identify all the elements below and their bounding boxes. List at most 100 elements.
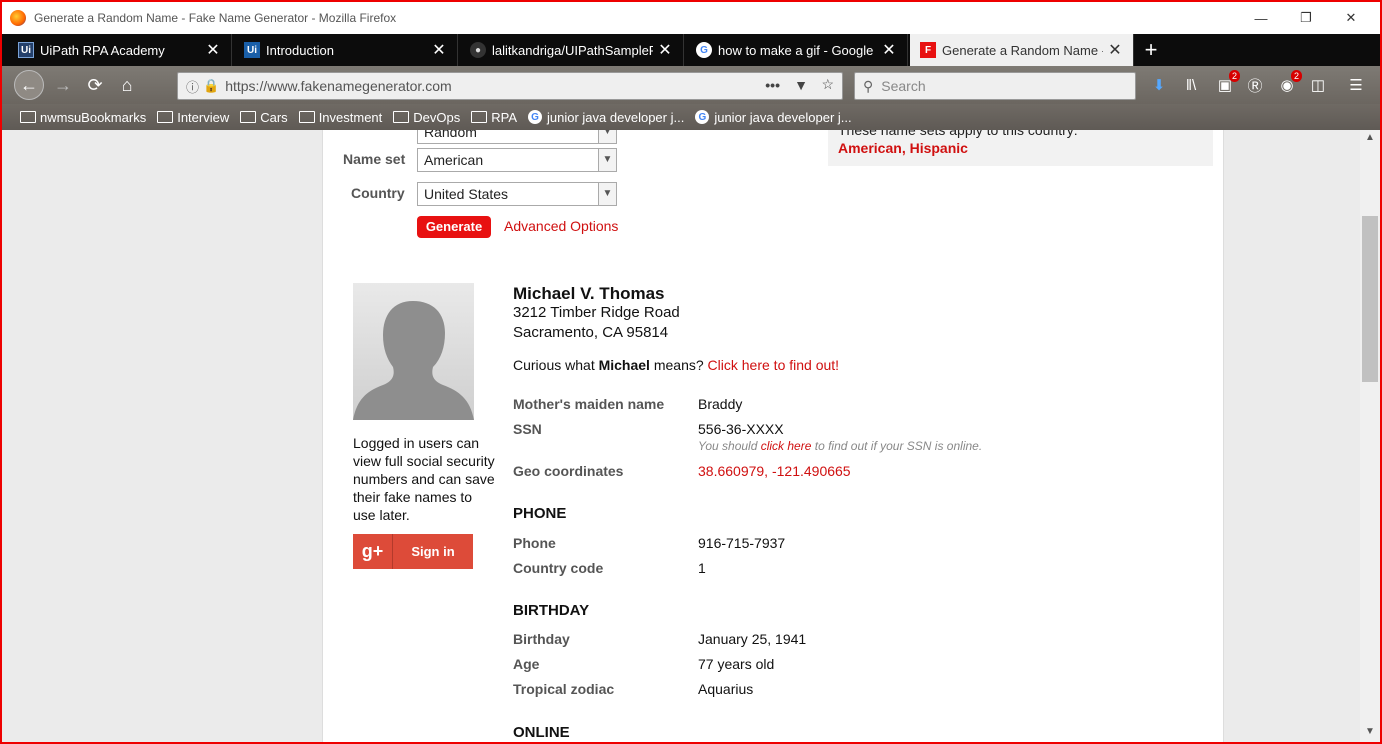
tab-strip: Ui UiPath RPA Academy ✕ Ui Introduction … bbox=[2, 34, 1380, 66]
bookmark-label: Interview bbox=[177, 109, 230, 125]
phone-section-heading: PHONE bbox=[513, 505, 567, 522]
bookmark-folder[interactable]: Investment bbox=[298, 109, 383, 125]
nameset-select[interactable]: American ▼ bbox=[417, 148, 617, 172]
avatar bbox=[353, 283, 474, 420]
close-window-icon[interactable]: ✕ bbox=[1328, 2, 1374, 34]
extension-icon[interactable]: ▣ 2 bbox=[1214, 70, 1240, 96]
close-tab-icon[interactable]: ✕ bbox=[427, 40, 451, 60]
back-button[interactable]: ← bbox=[14, 70, 44, 100]
nameset-link-american[interactable]: American bbox=[838, 140, 902, 156]
tab-github[interactable]: ● lalitkandriga/UIPathSampleProj ✕ bbox=[460, 34, 684, 66]
person-silhouette-icon bbox=[353, 301, 474, 420]
close-tab-icon[interactable]: ✕ bbox=[201, 40, 225, 60]
bookmark-link[interactable]: Gjunior java developer j... bbox=[695, 109, 852, 125]
curious-name: Michael bbox=[598, 357, 650, 373]
chevron-down-icon: ▼ bbox=[598, 130, 616, 143]
google-plus-signin-button[interactable]: g+ Sign in bbox=[353, 534, 473, 569]
info-icon[interactable]: ⓘ bbox=[186, 77, 199, 96]
bookmark-folder[interactable]: nwmsuBookmarks bbox=[20, 110, 146, 125]
scroll-up-icon[interactable]: ▲ bbox=[1360, 132, 1380, 148]
library-icon[interactable]: ‖\ bbox=[1180, 74, 1202, 96]
bookmark-label: junior java developer j... bbox=[714, 109, 852, 125]
address-line-2: Sacramento, CA 95814 bbox=[513, 324, 669, 341]
bookmark-folder[interactable]: RPA bbox=[471, 110, 517, 125]
zodiac-label: Tropical zodiac bbox=[513, 681, 615, 697]
search-placeholder: Search bbox=[881, 78, 926, 94]
scroll-down-icon[interactable]: ▼ bbox=[1360, 726, 1380, 742]
generate-button[interactable]: Generate bbox=[417, 216, 491, 238]
bookmark-link[interactable]: Gjunior java developer j... bbox=[528, 110, 684, 125]
nameset-note: These name sets apply to this country: bbox=[838, 130, 1078, 138]
country-select[interactable]: United States ▼ bbox=[417, 182, 617, 206]
curious-mid: means? bbox=[649, 357, 708, 373]
uipath-icon: Ui bbox=[244, 42, 260, 58]
birthday-section-heading: BIRTHDAY bbox=[513, 602, 590, 619]
bookmark-label: nwmsuBookmarks bbox=[40, 109, 147, 125]
adblock-icon[interactable]: ◉ 2 bbox=[1276, 70, 1302, 96]
tab-google-search[interactable]: G how to make a gif - Google Sea ✕ bbox=[686, 34, 908, 66]
folder-icon bbox=[157, 111, 174, 123]
minimize-icon[interactable]: — bbox=[1238, 2, 1284, 34]
bookmark-folder[interactable]: DevOps bbox=[393, 110, 460, 125]
page-actions-icon[interactable]: ••• bbox=[765, 77, 780, 93]
forward-button[interactable]: → bbox=[48, 70, 78, 100]
bookmark-star-icon[interactable]: ☆ bbox=[821, 76, 834, 93]
tab-fake-name-generator[interactable]: F Generate a Random Name - Fa ✕ bbox=[910, 34, 1134, 66]
bookmark-label: Investment bbox=[318, 109, 383, 125]
ssn-check-link[interactable]: click here bbox=[761, 439, 812, 453]
url-bar[interactable]: ⓘ 🔒 https://www.fakenamegenerator.com ••… bbox=[177, 72, 843, 100]
bookmark-label: RPA bbox=[491, 109, 518, 125]
person-name: Michael V. Thomas bbox=[513, 284, 665, 303]
geo-coordinates-link[interactable]: 38.660979, -121.490665 bbox=[698, 463, 851, 479]
page-viewport: Random ▼ Name set American ▼ Country Uni… bbox=[2, 130, 1380, 742]
tab-uipath-academy[interactable]: Ui UiPath RPA Academy ✕ bbox=[8, 34, 232, 66]
country-value: United States bbox=[424, 186, 509, 202]
search-bar[interactable]: ⚲ Search bbox=[854, 72, 1136, 100]
menu-icon[interactable]: ☰ bbox=[1345, 74, 1367, 96]
age-label: Age bbox=[513, 656, 540, 672]
fakename-icon: F bbox=[920, 42, 936, 58]
w-extension-icon[interactable]: Ⓡ bbox=[1244, 74, 1266, 96]
scrollbar-thumb[interactable] bbox=[1362, 216, 1378, 382]
curious-prefix: Curious what bbox=[513, 357, 599, 373]
name-meaning-link[interactable]: Click here to find out! bbox=[708, 357, 840, 373]
tab-introduction[interactable]: Ui Introduction ✕ bbox=[234, 34, 458, 66]
nameset-label: Name set bbox=[343, 151, 406, 167]
home-button[interactable]: ⌂ bbox=[112, 70, 142, 100]
reload-button[interactable]: ⟳ bbox=[80, 70, 110, 100]
restore-icon[interactable]: ❐ bbox=[1283, 2, 1329, 34]
nameset-links: American, Hispanic bbox=[838, 140, 968, 156]
advanced-options-link[interactable]: Advanced Options bbox=[504, 218, 618, 234]
bookmark-folder[interactable]: Interview bbox=[157, 110, 229, 125]
github-icon: ● bbox=[470, 42, 486, 58]
bookmark-label: junior java developer j... bbox=[547, 109, 685, 125]
sidebar-icon[interactable]: ◫ bbox=[1307, 74, 1329, 96]
browser-window: Generate a Random Name - Fake Name Gener… bbox=[0, 0, 1382, 744]
vertical-scrollbar[interactable]: ▲ ▼ bbox=[1360, 130, 1380, 742]
folder-icon bbox=[298, 111, 315, 123]
signin-label: Sign in bbox=[411, 544, 455, 559]
close-tab-icon[interactable]: ✕ bbox=[1103, 40, 1127, 60]
gender-select[interactable]: Random ▼ bbox=[417, 130, 617, 144]
geo-label: Geo coordinates bbox=[513, 463, 624, 479]
new-tab-button[interactable]: + bbox=[1136, 34, 1166, 66]
downloads-icon[interactable]: ⬇ bbox=[1148, 74, 1170, 96]
address-line-1: 3212 Timber Ridge Road bbox=[513, 304, 680, 321]
lock-icon: 🔒 bbox=[203, 78, 220, 93]
online-section-heading: ONLINE bbox=[513, 724, 570, 741]
extension-badge: 2 bbox=[1228, 70, 1240, 82]
google-icon: G bbox=[696, 42, 712, 58]
bookmarks-toolbar: nwmsuBookmarks Interview Cars Investment… bbox=[2, 104, 1380, 130]
window-title: Generate a Random Name - Fake Name Gener… bbox=[34, 11, 397, 25]
age-value: 77 years old bbox=[698, 656, 775, 672]
pocket-icon[interactable]: ▼ bbox=[794, 77, 808, 93]
tab-label: how to make a gif - Google Sea bbox=[718, 42, 877, 58]
close-tab-icon[interactable]: ✕ bbox=[877, 40, 901, 60]
maiden-name-value: Braddy bbox=[698, 396, 743, 412]
nameset-link-hispanic[interactable]: Hispanic bbox=[910, 140, 968, 156]
ssn-value: 556-36-XXXX bbox=[698, 421, 784, 437]
maiden-name-label: Mother's maiden name bbox=[513, 396, 665, 412]
bookmark-folder[interactable]: Cars bbox=[240, 110, 288, 125]
google-icon: G bbox=[528, 110, 543, 124]
close-tab-icon[interactable]: ✕ bbox=[653, 40, 677, 60]
